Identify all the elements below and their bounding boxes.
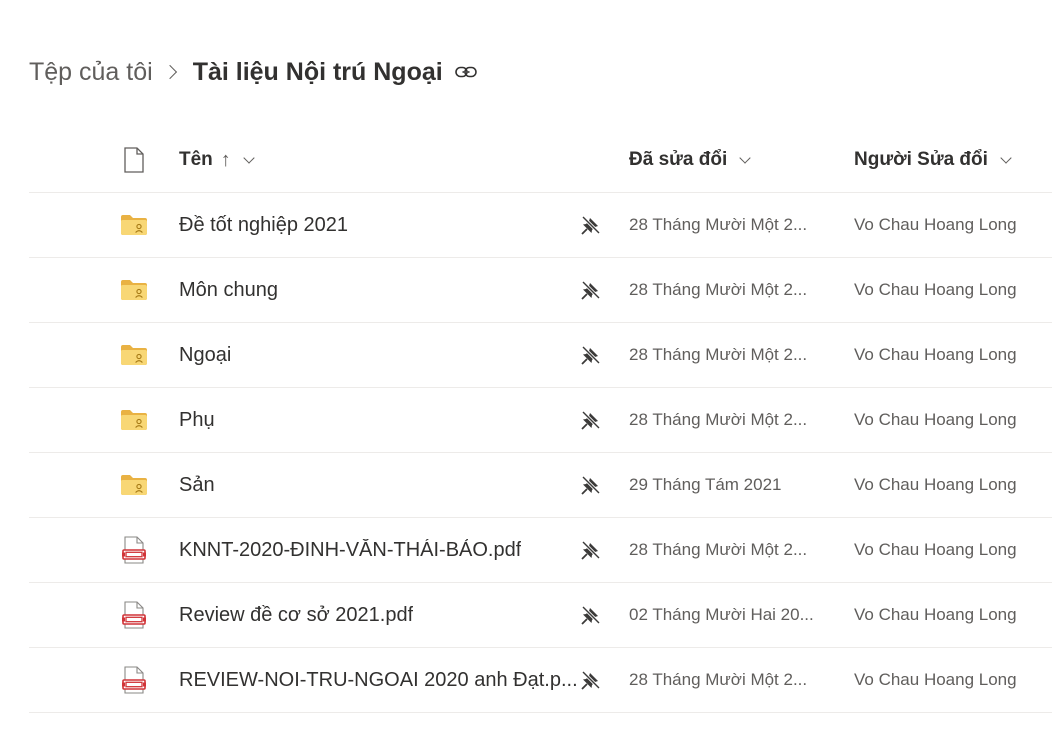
file-name-link[interactable]: Ngoại: [179, 323, 584, 387]
file-name-link[interactable]: Review đề cơ sở 2021.pdf: [179, 583, 584, 647]
unpin-icon[interactable]: [578, 518, 604, 582]
file-row[interactable]: REVIEW-NOI-TRU-NGOAI 2020 anh Đạt.p... 28…: [29, 648, 1052, 713]
file-list: Tên ↑ Đã sửa đổi Người Sửa đổi Đề tốt ng…: [29, 128, 1052, 713]
modified-by: Vo Chau Hoang Long: [854, 475, 1017, 494]
modified-date: 28 Tháng Mười Một 2...: [629, 410, 808, 429]
unpin-icon[interactable]: [578, 323, 604, 387]
file-row[interactable]: Phụ 28 Tháng Mười Một 2... Vo Chau Hoang L…: [29, 388, 1052, 453]
file-name-link[interactable]: KNNT-2020-ĐINH-VĂN-THÁI-BẢO.pdf: [179, 518, 584, 582]
shared-folder-icon: [118, 453, 150, 517]
file-name: Review đề cơ sở 2021.pdf: [179, 603, 414, 626]
modified-date-cell: 28 Tháng Mười Một 2...: [629, 258, 829, 322]
column-header-modified[interactable]: Đã sửa đổi: [629, 128, 829, 192]
file-row[interactable]: KNNT-2020-ĐINH-VĂN-THÁI-BẢO.pdf 28 Tháng …: [29, 518, 1052, 583]
breadcrumb-root-link[interactable]: Tệp của tôi: [29, 58, 153, 87]
file-row[interactable]: Ngoại 28 Tháng Mười Một 2... Vo Chau Hoang…: [29, 323, 1052, 388]
modified-by: Vo Chau Hoang Long: [854, 215, 1017, 234]
modified-by: Vo Chau Hoang Long: [854, 540, 1017, 559]
modified-date-cell: 28 Tháng Mười Một 2...: [629, 518, 829, 582]
modified-date: 28 Tháng Mười Một 2...: [629, 280, 808, 299]
modified-by-cell[interactable]: Vo Chau Hoang Long: [854, 193, 1052, 257]
modified-date: 28 Tháng Mười Một 2...: [629, 540, 808, 559]
file-row[interactable]: Môn chung 28 Tháng Mười Một 2... Vo Chau H…: [29, 258, 1052, 323]
modified-date-cell: 02 Tháng Mười Hai 20...: [629, 583, 829, 647]
unpin-icon[interactable]: [578, 648, 604, 712]
shared-folder-icon: [118, 193, 150, 257]
file-name: KNNT-2020-ĐINH-VĂN-THÁI-BẢO.pdf: [179, 538, 522, 561]
pdf-file-icon: [118, 518, 150, 582]
modified-date: 02 Tháng Mười Hai 20...: [629, 605, 814, 624]
file-name-link[interactable]: Phụ: [179, 388, 584, 452]
shared-folder-icon: [118, 258, 150, 322]
modified-date-cell: 28 Tháng Mười Một 2...: [629, 388, 829, 452]
link-icon[interactable]: [454, 65, 477, 79]
file-name-link[interactable]: Đề tốt nghiệp 2021: [179, 193, 584, 257]
chevron-down-icon: [739, 151, 751, 164]
modified-date-cell: 29 Tháng Tám 2021: [629, 453, 829, 517]
modified-date-cell: 28 Tháng Mười Một 2...: [629, 648, 829, 712]
file-name: Đề tốt nghiệp 2021: [179, 213, 349, 236]
modified-by: Vo Chau Hoang Long: [854, 670, 1017, 689]
pdf-file-icon: [118, 648, 150, 712]
modified-date-cell: 28 Tháng Mười Một 2...: [629, 323, 829, 387]
file-type-icon[interactable]: [118, 128, 150, 192]
modified-by-cell[interactable]: Vo Chau Hoang Long: [854, 453, 1052, 517]
file-name: Sản: [179, 473, 215, 496]
unpin-icon[interactable]: [578, 388, 604, 452]
modified-date: 28 Tháng Mười Một 2...: [629, 345, 808, 364]
unpin-icon[interactable]: [578, 258, 604, 322]
modified-date-cell: 28 Tháng Mười Một 2...: [629, 193, 829, 257]
column-name-label: Tên: [179, 149, 213, 170]
shared-folder-icon: [118, 388, 150, 452]
page-title: Tài liệu Nội trú Ngoại: [192, 57, 443, 86]
chevron-down-icon: [1000, 151, 1012, 164]
modified-by-cell[interactable]: Vo Chau Hoang Long: [854, 388, 1052, 452]
modified-date: 28 Tháng Mười Một 2...: [629, 670, 808, 689]
modified-by: Vo Chau Hoang Long: [854, 345, 1017, 364]
file-row[interactable]: Review đề cơ sở 2021.pdf 02 Tháng Mười Ha…: [29, 583, 1052, 648]
modified-by-cell[interactable]: Vo Chau Hoang Long: [854, 648, 1052, 712]
column-header-modified-by[interactable]: Người Sửa đổi: [854, 128, 1052, 192]
file-name: REVIEW-NOI-TRU-NGOAI 2020 anh Đạt.p...: [179, 668, 578, 691]
modified-date: 29 Tháng Tám 2021: [629, 475, 782, 494]
unpin-icon[interactable]: [578, 453, 604, 517]
file-row[interactable]: Đề tốt nghiệp 2021 28 Tháng Mười Một 2...…: [29, 193, 1052, 258]
column-header-name[interactable]: Tên ↑: [179, 128, 584, 192]
pdf-file-icon: [118, 583, 150, 647]
breadcrumb: Tệp của tôi Tài liệu Nội trú Ngoại: [29, 54, 477, 90]
modified-date: 28 Tháng Mười Một 2...: [629, 215, 808, 234]
chevron-right-icon: [162, 64, 177, 80]
chevron-down-icon: [243, 151, 255, 164]
file-name-link[interactable]: REVIEW-NOI-TRU-NGOAI 2020 anh Đạt.p...: [179, 648, 584, 712]
modified-by-cell[interactable]: Vo Chau Hoang Long: [854, 583, 1052, 647]
unpin-icon[interactable]: [578, 193, 604, 257]
file-name: Phụ: [179, 408, 215, 431]
modified-by: Vo Chau Hoang Long: [854, 410, 1017, 429]
column-modified-by-label: Người Sửa đổi: [854, 149, 988, 170]
sort-ascending-icon: ↑: [220, 148, 231, 171]
modified-by-cell[interactable]: Vo Chau Hoang Long: [854, 258, 1052, 322]
column-modified-label: Đã sửa đổi: [629, 149, 728, 170]
file-name-link[interactable]: Môn chung: [179, 258, 584, 322]
column-header-row: Tên ↑ Đã sửa đổi Người Sửa đổi: [29, 128, 1052, 193]
file-name: Ngoại: [179, 343, 232, 366]
unpin-icon[interactable]: [578, 583, 604, 647]
modified-by-cell[interactable]: Vo Chau Hoang Long: [854, 323, 1052, 387]
modified-by-cell[interactable]: Vo Chau Hoang Long: [854, 518, 1052, 582]
modified-by: Vo Chau Hoang Long: [854, 605, 1017, 624]
file-row[interactable]: Sản 29 Tháng Tám 2021 Vo Chau Hoang Long: [29, 453, 1052, 518]
modified-by: Vo Chau Hoang Long: [854, 280, 1017, 299]
page: Tệp của tôi Tài liệu Nội trú Ngoại Tên ↑…: [0, 0, 1052, 750]
shared-folder-icon: [118, 323, 150, 387]
file-name: Môn chung: [179, 278, 278, 301]
file-rows: Đề tốt nghiệp 2021 28 Tháng Mười Một 2...…: [29, 193, 1052, 713]
file-name-link[interactable]: Sản: [179, 453, 584, 517]
